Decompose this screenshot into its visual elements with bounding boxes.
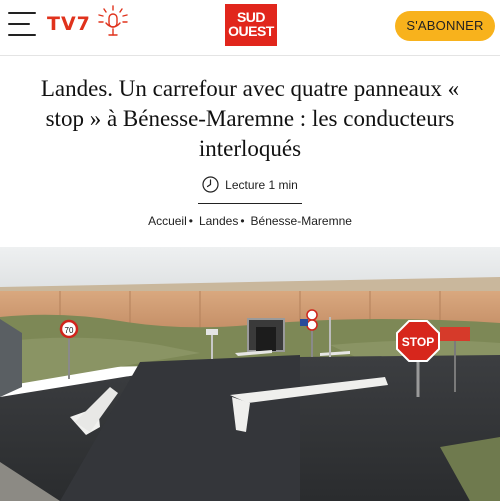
article-photo: 70 STOP [0, 247, 500, 501]
divider [198, 203, 302, 204]
tv7-link[interactable]: TV7 [47, 13, 91, 35]
sud-ouest-logo[interactable]: SUD OUEST [225, 4, 277, 46]
clock-icon [202, 176, 219, 196]
subscribe-button[interactable]: S'ABONNER [395, 11, 495, 41]
site-header: TV7 SUD OUEST S'ABONNER [0, 0, 500, 56]
reading-time-label: Lecture 1 min [225, 178, 298, 193]
stop-sign-text: STOP [402, 335, 434, 349]
breadcrumb-benesse-maremne[interactable]: Bénesse-Maremne [251, 214, 352, 228]
article-title: Landes. Un carrefour avec quatre panneau… [40, 76, 460, 161]
reading-time: Lecture 1 min [0, 176, 500, 196]
menu-icon[interactable] [8, 12, 38, 38]
breadcrumb-landes[interactable]: Landes [199, 214, 238, 228]
podcast-icon[interactable] [96, 4, 130, 40]
speed-limit-text: 70 [65, 326, 74, 335]
logo-line-1: SUD [236, 9, 266, 25]
breadcrumb-accueil[interactable]: Accueil [148, 214, 187, 228]
breadcrumb: Accueil • Landes • Bénesse-Maremne [0, 214, 500, 228]
breadcrumb-separator: • [240, 214, 245, 228]
breadcrumb-separator: • [188, 214, 193, 228]
logo-line-2: OUEST [228, 23, 274, 39]
